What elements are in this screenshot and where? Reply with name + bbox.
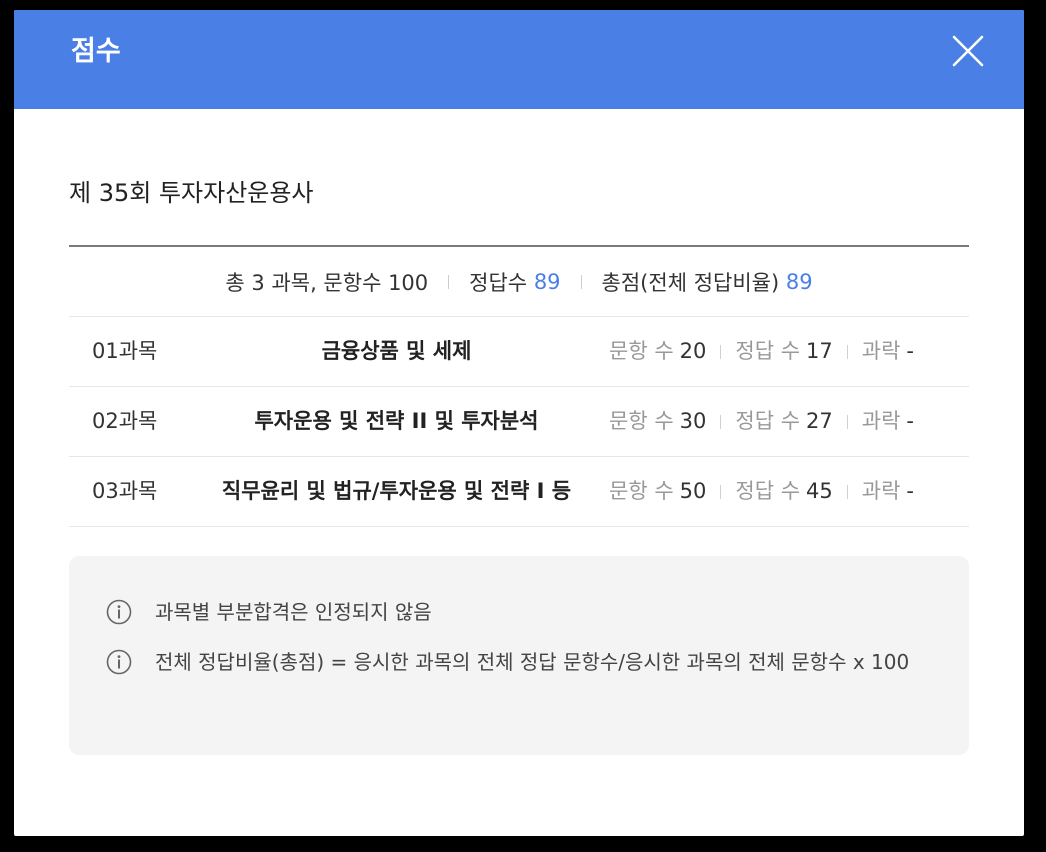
info-icon: [106, 599, 132, 625]
subject-stats: 문항 수 50 정답 수 45 과락 -: [609, 457, 914, 526]
note-text: 전체 정답비율(총점) = 응시한 과목의 전체 정답 문항수/응시한 과목의 …: [155, 650, 910, 674]
stat-separator: [720, 484, 722, 499]
correct-value: 27: [806, 409, 833, 433]
subject-stats: 문항 수 20 정답 수 17 과락 -: [609, 317, 914, 386]
fail-value: -: [906, 339, 914, 363]
correct-value: 17: [806, 339, 833, 363]
summary-subjects: 총 3 과목, 문항수 100: [225, 270, 429, 295]
stat-separator: [846, 344, 848, 359]
info-icon: [106, 649, 132, 675]
modal-header: 점수: [14, 10, 1024, 109]
notes-box: 과목별 부분합격은 인정되지 않음 전체 정답비율(총점) = 응시한 과목의 …: [69, 556, 969, 755]
exam-title: 제 35회 투자자산운용사: [69, 179, 314, 207]
modal-title: 점수: [71, 36, 121, 67]
subject-name: 투자운용 및 전략 II 및 투자분석: [254, 409, 539, 433]
note-text: 과목별 부분합격은 인정되지 않음: [155, 600, 432, 624]
subject-row: 01과목 금융상품 및 세제 문항 수 20 정답 수 17 과락 -: [69, 317, 969, 387]
questions-label: 문항 수: [609, 409, 674, 433]
correct-label: 정답 수: [735, 409, 801, 433]
subject-row: 03과목 직무윤리 및 법규/투자운용 및 전략 I 등 문항 수 50 정답 수…: [69, 457, 969, 527]
subject-name: 금융상품 및 세제: [321, 339, 472, 363]
score-summary: 총 3 과목, 문항수 100 정답수 89 총점(전체 정답비율) 89: [69, 247, 969, 317]
fail-label: 과락: [861, 409, 901, 433]
stat-separator: [846, 414, 848, 429]
summary-separator: [580, 274, 582, 289]
close-icon: [952, 35, 984, 67]
fail-label: 과락: [861, 479, 901, 503]
summary-correct-label: 정답수: [469, 270, 528, 295]
stat-separator: [846, 484, 848, 499]
stat-separator: [720, 344, 722, 359]
window-frame: 점수 제 35회 투자자산운용사 총 3 과목, 문항수 100 정답수 89 …: [0, 0, 1046, 852]
subject-number: 02과목: [92, 409, 158, 433]
summary-correct-value: 89: [533, 269, 561, 294]
questions-value: 30: [679, 409, 707, 433]
subject-name: 직무윤리 및 법규/투자운용 및 전략 I 등: [221, 479, 572, 503]
subject-number: 03과목: [92, 479, 158, 503]
questions-label: 문항 수: [609, 339, 674, 363]
subject-number: 01과목: [92, 339, 158, 363]
fail-value: -: [906, 479, 914, 503]
summary-separator: [448, 274, 450, 289]
score-modal: 점수 제 35회 투자자산운용사 총 3 과목, 문항수 100 정답수 89 …: [14, 10, 1024, 836]
subject-row: 02과목 투자운용 및 전략 II 및 투자분석 문항 수 30 정답 수 27 과…: [69, 387, 969, 457]
summary-total-value: 89: [785, 269, 813, 294]
subject-stats: 문항 수 30 정답 수 27 과락 -: [609, 387, 914, 456]
stat-separator: [720, 414, 722, 429]
questions-value: 20: [679, 339, 707, 363]
correct-label: 정답 수: [735, 339, 801, 363]
correct-label: 정답 수: [735, 479, 801, 503]
close-button[interactable]: [948, 31, 988, 71]
fail-label: 과락: [861, 339, 901, 363]
questions-label: 문항 수: [609, 479, 674, 503]
fail-value: -: [906, 409, 914, 433]
questions-value: 50: [679, 479, 707, 503]
correct-value: 45: [806, 479, 833, 503]
summary-total-label: 총점(전체 정답비율): [601, 270, 780, 295]
